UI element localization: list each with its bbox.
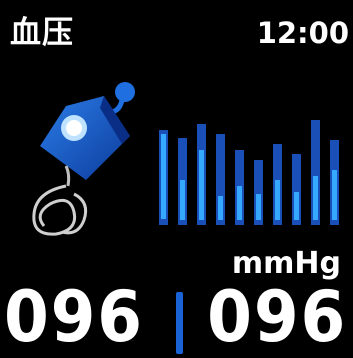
diastolic-value: 096 (207, 276, 347, 358)
unit-label: mmHg (231, 246, 341, 281)
clock-time: 12:00 (256, 16, 349, 50)
page-title: 血压 (10, 15, 74, 51)
reading-divider (176, 292, 183, 354)
blood-pressure-cuff-icon (26, 74, 156, 256)
pressure-bars-icon (150, 110, 350, 225)
watch-screen: 血压 12:00 mmHg 096 096 (0, 0, 353, 358)
systolic-value: 096 (4, 276, 144, 358)
